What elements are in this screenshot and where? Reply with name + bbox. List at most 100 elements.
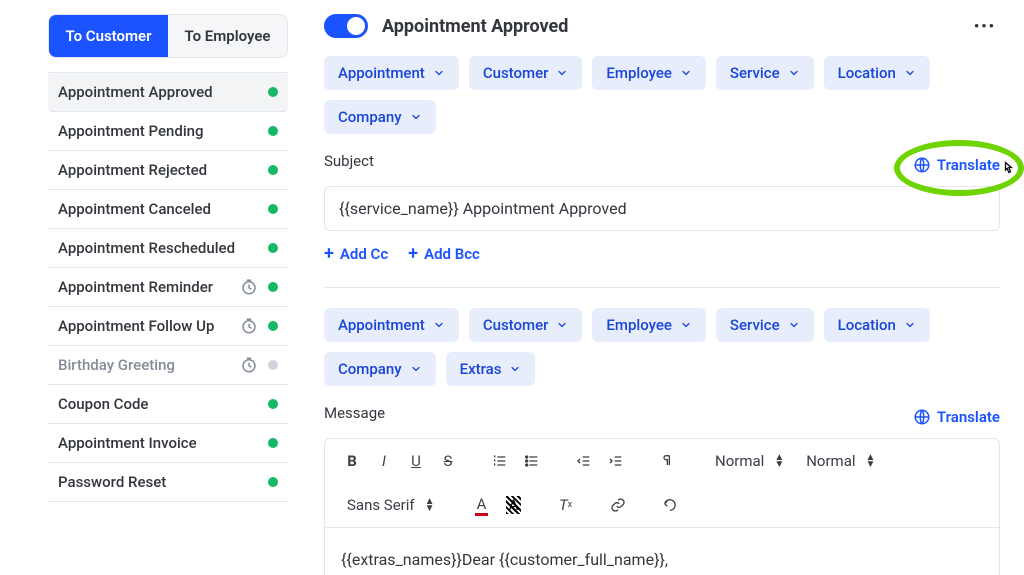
placeholder-chip-service[interactable]: Service: [716, 308, 814, 342]
subject-input[interactable]: [324, 186, 1000, 231]
font-select[interactable]: Sans Serif▲▼: [339, 496, 443, 514]
updown-icon: ▲▼: [425, 498, 435, 512]
sidebar-item-label: Appointment Rescheduled: [58, 239, 235, 257]
updown-icon: ▲▼: [866, 454, 876, 468]
bold-button[interactable]: B: [339, 447, 365, 475]
chevron-down-icon: [556, 67, 568, 79]
message-body[interactable]: {{extras_names}}Dear {{customer_full_nam…: [325, 528, 999, 575]
sidebar: To Customer To Employee Appointment Appr…: [0, 0, 310, 575]
sidebar-item-label: Birthday Greeting: [58, 356, 175, 374]
sidebar-item-appointment-invoice[interactable]: Appointment Invoice: [48, 424, 288, 463]
chevron-down-icon: [410, 363, 422, 375]
message-placeholder-chips: Appointment Customer Employee Service Locati…: [324, 308, 1000, 386]
placeholder-chip-employee[interactable]: Employee: [592, 308, 706, 342]
sidebar-item-appointment-pending[interactable]: Appointment Pending: [48, 112, 288, 151]
placeholder-chip-extras[interactable]: Extras: [446, 352, 536, 386]
placeholder-chip-company[interactable]: Company: [324, 352, 436, 386]
clear-format-button[interactable]: Tx: [553, 491, 579, 519]
placeholder-chip-customer[interactable]: Customer: [469, 308, 583, 342]
sidebar-item-label: Appointment Follow Up: [58, 317, 214, 335]
subject-placeholder-chips: Appointment Customer Employee Service Locati…: [324, 56, 1000, 134]
sidebar-item-appointment-rejected[interactable]: Appointment Rejected: [48, 151, 288, 190]
outdent-button[interactable]: [571, 447, 597, 475]
chevron-down-icon: [433, 319, 445, 331]
text-color-button[interactable]: A: [469, 491, 495, 519]
timer-icon: [240, 278, 258, 296]
italic-button[interactable]: I: [371, 447, 397, 475]
strike-button[interactable]: S: [435, 447, 461, 475]
updown-icon: ▲▼: [774, 454, 784, 468]
placeholder-chip-appointment[interactable]: Appointment: [324, 56, 459, 90]
undo-button[interactable]: [657, 491, 683, 519]
sidebar-item-label: Appointment Pending: [58, 122, 204, 140]
timer-icon: [240, 356, 258, 374]
chip-label: Company: [338, 108, 402, 126]
sidebar-item-appointment-approved[interactable]: Appointment Approved: [48, 73, 288, 112]
ordered-list-button[interactable]: [487, 447, 513, 475]
main-panel: Appointment Approved ••• AppointmentCust…: [310, 0, 1024, 575]
status-dot: [268, 126, 278, 136]
message-label: Message: [324, 404, 385, 422]
unordered-list-button[interactable]: [519, 447, 545, 475]
sidebar-item-appointment-canceled[interactable]: Appointment Canceled: [48, 190, 288, 229]
placeholder-chip-employee[interactable]: Employee: [592, 56, 706, 90]
chevron-down-icon: [410, 111, 422, 123]
editor-toolbar: B I U S Normal▲▼ Normal▲▼ Sans Serif▲▼: [325, 439, 999, 528]
text-direction-button[interactable]: [655, 447, 681, 475]
sidebar-item-appointment-reminder[interactable]: Appointment Reminder: [48, 268, 288, 307]
link-button[interactable]: [605, 491, 631, 519]
status-dot: [268, 282, 278, 292]
sidebar-item-birthday-greeting[interactable]: Birthday Greeting: [48, 346, 288, 385]
placeholder-chip-location[interactable]: Location: [824, 308, 930, 342]
sidebar-item-coupon-code[interactable]: Coupon Code: [48, 385, 288, 424]
placeholder-chip-location[interactable]: Location: [824, 56, 930, 90]
placeholder-chip-company[interactable]: Company: [324, 100, 436, 134]
chip-label: Service: [730, 64, 780, 82]
globe-icon: [913, 156, 931, 174]
translate-message-label: Translate: [937, 408, 1000, 426]
subject-label: Subject: [324, 152, 374, 170]
chevron-down-icon: [788, 319, 800, 331]
recipient-tabs: To Customer To Employee: [48, 14, 288, 58]
chip-label: Service: [730, 316, 780, 334]
placeholder-chip-appointment[interactable]: Appointment: [324, 308, 459, 342]
status-dot: [268, 165, 278, 175]
status-dot: [268, 477, 278, 487]
sidebar-item-label: Appointment Reminder: [58, 278, 213, 296]
chevron-down-icon: [680, 319, 692, 331]
chip-label: Employee: [606, 64, 672, 82]
sidebar-item-label: Appointment Canceled: [58, 200, 211, 218]
translate-message-button[interactable]: Translate: [913, 408, 1000, 426]
underline-button[interactable]: U: [403, 447, 429, 475]
status-dot: [268, 243, 278, 253]
size-select[interactable]: Normal▲▼: [798, 452, 883, 470]
status-dot: [268, 399, 278, 409]
chip-label: Customer: [483, 64, 549, 82]
chip-label: Extras: [460, 360, 502, 378]
globe-icon: [913, 408, 931, 426]
sidebar-item-appointment-rescheduled[interactable]: Appointment Rescheduled: [48, 229, 288, 268]
chip-label: Location: [838, 64, 896, 82]
sidebar-item-appointment-follow-up[interactable]: Appointment Follow Up: [48, 307, 288, 346]
add-bcc-button[interactable]: +Add Bcc: [408, 245, 480, 263]
indent-button[interactable]: [603, 447, 629, 475]
tab-to-customer[interactable]: To Customer: [49, 15, 168, 57]
translate-subject-label: Translate: [937, 156, 1000, 174]
highlight-color-button[interactable]: A: [501, 491, 527, 519]
sidebar-item-label: Appointment Invoice: [58, 434, 197, 452]
heading-select[interactable]: Normal▲▼: [707, 452, 792, 470]
chevron-down-icon: [904, 67, 916, 79]
tab-to-employee[interactable]: To Employee: [168, 15, 287, 57]
translate-subject-button[interactable]: Translate: [913, 156, 1000, 174]
more-menu-icon[interactable]: •••: [970, 17, 1000, 35]
timer-icon: [240, 317, 258, 335]
enabled-toggle[interactable]: [324, 14, 368, 38]
sidebar-item-password-reset[interactable]: Password Reset: [48, 463, 288, 502]
cursor-pointer-icon: [998, 160, 1018, 180]
plus-icon: +: [408, 245, 418, 263]
sidebar-item-label: Coupon Code: [58, 395, 148, 413]
placeholder-chip-service[interactable]: Service: [716, 56, 814, 90]
chip-label: Customer: [483, 316, 549, 334]
add-cc-button[interactable]: +Add Cc: [324, 245, 388, 263]
placeholder-chip-customer[interactable]: Customer: [469, 56, 583, 90]
